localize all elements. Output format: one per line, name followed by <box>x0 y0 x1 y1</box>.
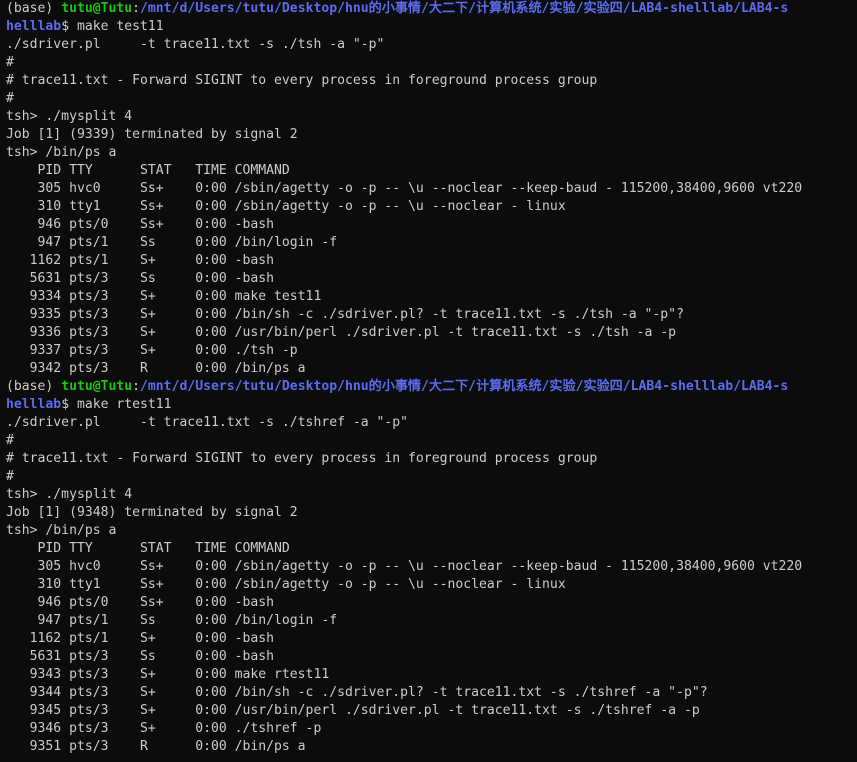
terminal-line: 9334 pts/3 S+ 0:00 make test11 <box>6 288 857 306</box>
terminal-line: 1162 pts/1 S+ 0:00 -bash <box>6 630 857 648</box>
terminal-line: tsh> ./mysplit 4 <box>6 486 857 504</box>
terminal-line: 305 hvc0 Ss+ 0:00 /sbin/agetty -o -p -- … <box>6 558 857 576</box>
terminal-line: 9336 pts/3 S+ 0:00 /usr/bin/perl ./sdriv… <box>6 324 857 342</box>
terminal-line: # <box>6 468 857 486</box>
output-text: 310 tty1 Ss+ 0:00 /sbin/agetty -o -p -- … <box>6 577 566 592</box>
output-text: # <box>6 433 14 448</box>
output-text: Job [1] (9339) terminated by signal 2 <box>6 127 298 142</box>
prompt-user: tutu@Tutu <box>61 379 133 394</box>
output-text: 1162 pts/1 S+ 0:00 -bash <box>6 631 275 646</box>
terminal-line: PID TTY STAT TIME COMMAND <box>6 540 857 558</box>
terminal-line: tsh> /bin/ps a <box>6 522 857 540</box>
terminal-line: 9346 pts/3 S+ 0:00 ./tshref -p <box>6 720 857 738</box>
output-text: 9345 pts/3 S+ 0:00 /usr/bin/perl ./sdriv… <box>6 703 700 718</box>
output-text: 5631 pts/3 Ss 0:00 -bash <box>6 271 275 286</box>
command-text: make rtest11 <box>76 397 172 412</box>
output-text: Job [1] (9348) terminated by signal 2 <box>6 505 298 520</box>
output-text: 9335 pts/3 S+ 0:00 /bin/sh -c ./sdriver.… <box>6 307 684 322</box>
output-text: tsh> ./mysplit 4 <box>6 487 133 502</box>
output-text: 9336 pts/3 S+ 0:00 /usr/bin/perl ./sdriv… <box>6 325 677 340</box>
terminal-line: tsh> ./mysplit 4 <box>6 108 857 126</box>
prompt-path: helllab <box>6 19 62 34</box>
output-text: tsh> ./mysplit 4 <box>6 109 133 124</box>
terminal-line: 5631 pts/3 Ss 0:00 -bash <box>6 648 857 666</box>
output-text: 9343 pts/3 S+ 0:00 make rtest11 <box>6 667 330 682</box>
prompt-line-continued: helllab$ make rtest11 <box>6 396 857 414</box>
output-text: tsh> /bin/ps a <box>6 145 117 160</box>
output-text: 305 hvc0 Ss+ 0:00 /sbin/agetty -o -p -- … <box>6 559 803 574</box>
terminal-line: 310 tty1 Ss+ 0:00 /sbin/agetty -o -p -- … <box>6 576 857 594</box>
output-text: ./sdriver.pl -t trace11.txt -s ./tsh -a … <box>6 37 385 52</box>
prompt-line-continued: helllab$ make test11 <box>6 18 857 36</box>
terminal-line: 310 tty1 Ss+ 0:00 /sbin/agetty -o -p -- … <box>6 198 857 216</box>
prompt-env: (base) <box>6 1 62 16</box>
terminal-line: 946 pts/0 Ss+ 0:00 -bash <box>6 216 857 234</box>
output-text: ./sdriver.pl -t trace11.txt -s ./tshref … <box>6 415 409 430</box>
terminal-line: 947 pts/1 Ss 0:00 /bin/login -f <box>6 612 857 630</box>
terminal-line: 1162 pts/1 S+ 0:00 -bash <box>6 252 857 270</box>
output-text: PID TTY STAT TIME COMMAND <box>6 163 290 178</box>
terminal-line: # <box>6 90 857 108</box>
output-text: # trace11.txt - Forward SIGINT to every … <box>6 73 598 88</box>
terminal-line: 9344 pts/3 S+ 0:00 /bin/sh -c ./sdriver.… <box>6 684 857 702</box>
prompt-separator: : <box>132 1 141 16</box>
prompt-separator: : <box>132 379 141 394</box>
terminal-line: Job [1] (9339) terminated by signal 2 <box>6 126 857 144</box>
prompt-env: (base) <box>6 379 62 394</box>
output-text: PID TTY STAT TIME COMMAND <box>6 541 290 556</box>
output-text: 5631 pts/3 Ss 0:00 -bash <box>6 649 275 664</box>
terminal-line: 9342 pts/3 R 0:00 /bin/ps a <box>6 360 857 378</box>
output-text: 9351 pts/3 R 0:00 /bin/ps a <box>6 739 306 754</box>
prompt-path: /mnt/d/Users/tutu/Desktop/hnu的小事情/大二下/计算… <box>140 1 789 16</box>
terminal-line: # <box>6 54 857 72</box>
prompt-path: helllab <box>6 397 62 412</box>
terminal-line: tsh> /bin/ps a <box>6 144 857 162</box>
terminal-line: # trace11.txt - Forward SIGINT to every … <box>6 450 857 468</box>
terminal-line: 946 pts/0 Ss+ 0:00 -bash <box>6 594 857 612</box>
output-text: 9346 pts/3 S+ 0:00 ./tshref -p <box>6 721 322 736</box>
terminal-line: 947 pts/1 Ss 0:00 /bin/login -f <box>6 234 857 252</box>
prompt-user: tutu@Tutu <box>61 1 133 16</box>
prompt-dollar: $ <box>61 19 77 34</box>
terminal-line: PID TTY STAT TIME COMMAND <box>6 162 857 180</box>
terminal-line: 9337 pts/3 S+ 0:00 ./tsh -p <box>6 342 857 360</box>
terminal-line: # <box>6 432 857 450</box>
output-text: # <box>6 469 14 484</box>
output-text: 9337 pts/3 S+ 0:00 ./tsh -p <box>6 343 298 358</box>
terminal-line: # trace11.txt - Forward SIGINT to every … <box>6 72 857 90</box>
output-text: 9344 pts/3 S+ 0:00 /bin/sh -c ./sdriver.… <box>6 685 708 700</box>
output-text: 1162 pts/1 S+ 0:00 -bash <box>6 253 275 268</box>
terminal-window[interactable]: (base) tutu@Tutu:/mnt/d/Users/tutu/Deskt… <box>0 0 857 762</box>
terminal-line: ./sdriver.pl -t trace11.txt -s ./tshref … <box>6 414 857 432</box>
output-text: 946 pts/0 Ss+ 0:00 -bash <box>6 217 275 232</box>
terminal-line: 9345 pts/3 S+ 0:00 /usr/bin/perl ./sdriv… <box>6 702 857 720</box>
terminal-line: Job [1] (9348) terminated by signal 2 <box>6 504 857 522</box>
output-text: 9342 pts/3 R 0:00 /bin/ps a <box>6 361 306 376</box>
prompt-line: (base) tutu@Tutu:/mnt/d/Users/tutu/Deskt… <box>6 0 857 18</box>
output-text: 947 pts/1 Ss 0:00 /bin/login -f <box>6 613 338 628</box>
output-text: 305 hvc0 Ss+ 0:00 /sbin/agetty -o -p -- … <box>6 181 803 196</box>
prompt-line: (base) tutu@Tutu:/mnt/d/Users/tutu/Deskt… <box>6 378 857 396</box>
output-text: 9334 pts/3 S+ 0:00 make test11 <box>6 289 322 304</box>
command-text: make test11 <box>76 19 164 34</box>
prompt-path: /mnt/d/Users/tutu/Desktop/hnu的小事情/大二下/计算… <box>140 379 789 394</box>
terminal-line: 5631 pts/3 Ss 0:00 -bash <box>6 270 857 288</box>
output-text: # <box>6 91 14 106</box>
prompt-dollar: $ <box>61 397 77 412</box>
terminal-line: 9335 pts/3 S+ 0:00 /bin/sh -c ./sdriver.… <box>6 306 857 324</box>
terminal-line: 9351 pts/3 R 0:00 /bin/ps a <box>6 738 857 756</box>
output-text: 946 pts/0 Ss+ 0:00 -bash <box>6 595 275 610</box>
output-text: 947 pts/1 Ss 0:00 /bin/login -f <box>6 235 338 250</box>
output-text: tsh> /bin/ps a <box>6 523 117 538</box>
output-text: 310 tty1 Ss+ 0:00 /sbin/agetty -o -p -- … <box>6 199 566 214</box>
terminal-line: 305 hvc0 Ss+ 0:00 /sbin/agetty -o -p -- … <box>6 180 857 198</box>
terminal-line: 9343 pts/3 S+ 0:00 make rtest11 <box>6 666 857 684</box>
output-text: # trace11.txt - Forward SIGINT to every … <box>6 451 598 466</box>
terminal-line: ./sdriver.pl -t trace11.txt -s ./tsh -a … <box>6 36 857 54</box>
output-text: # <box>6 55 14 70</box>
